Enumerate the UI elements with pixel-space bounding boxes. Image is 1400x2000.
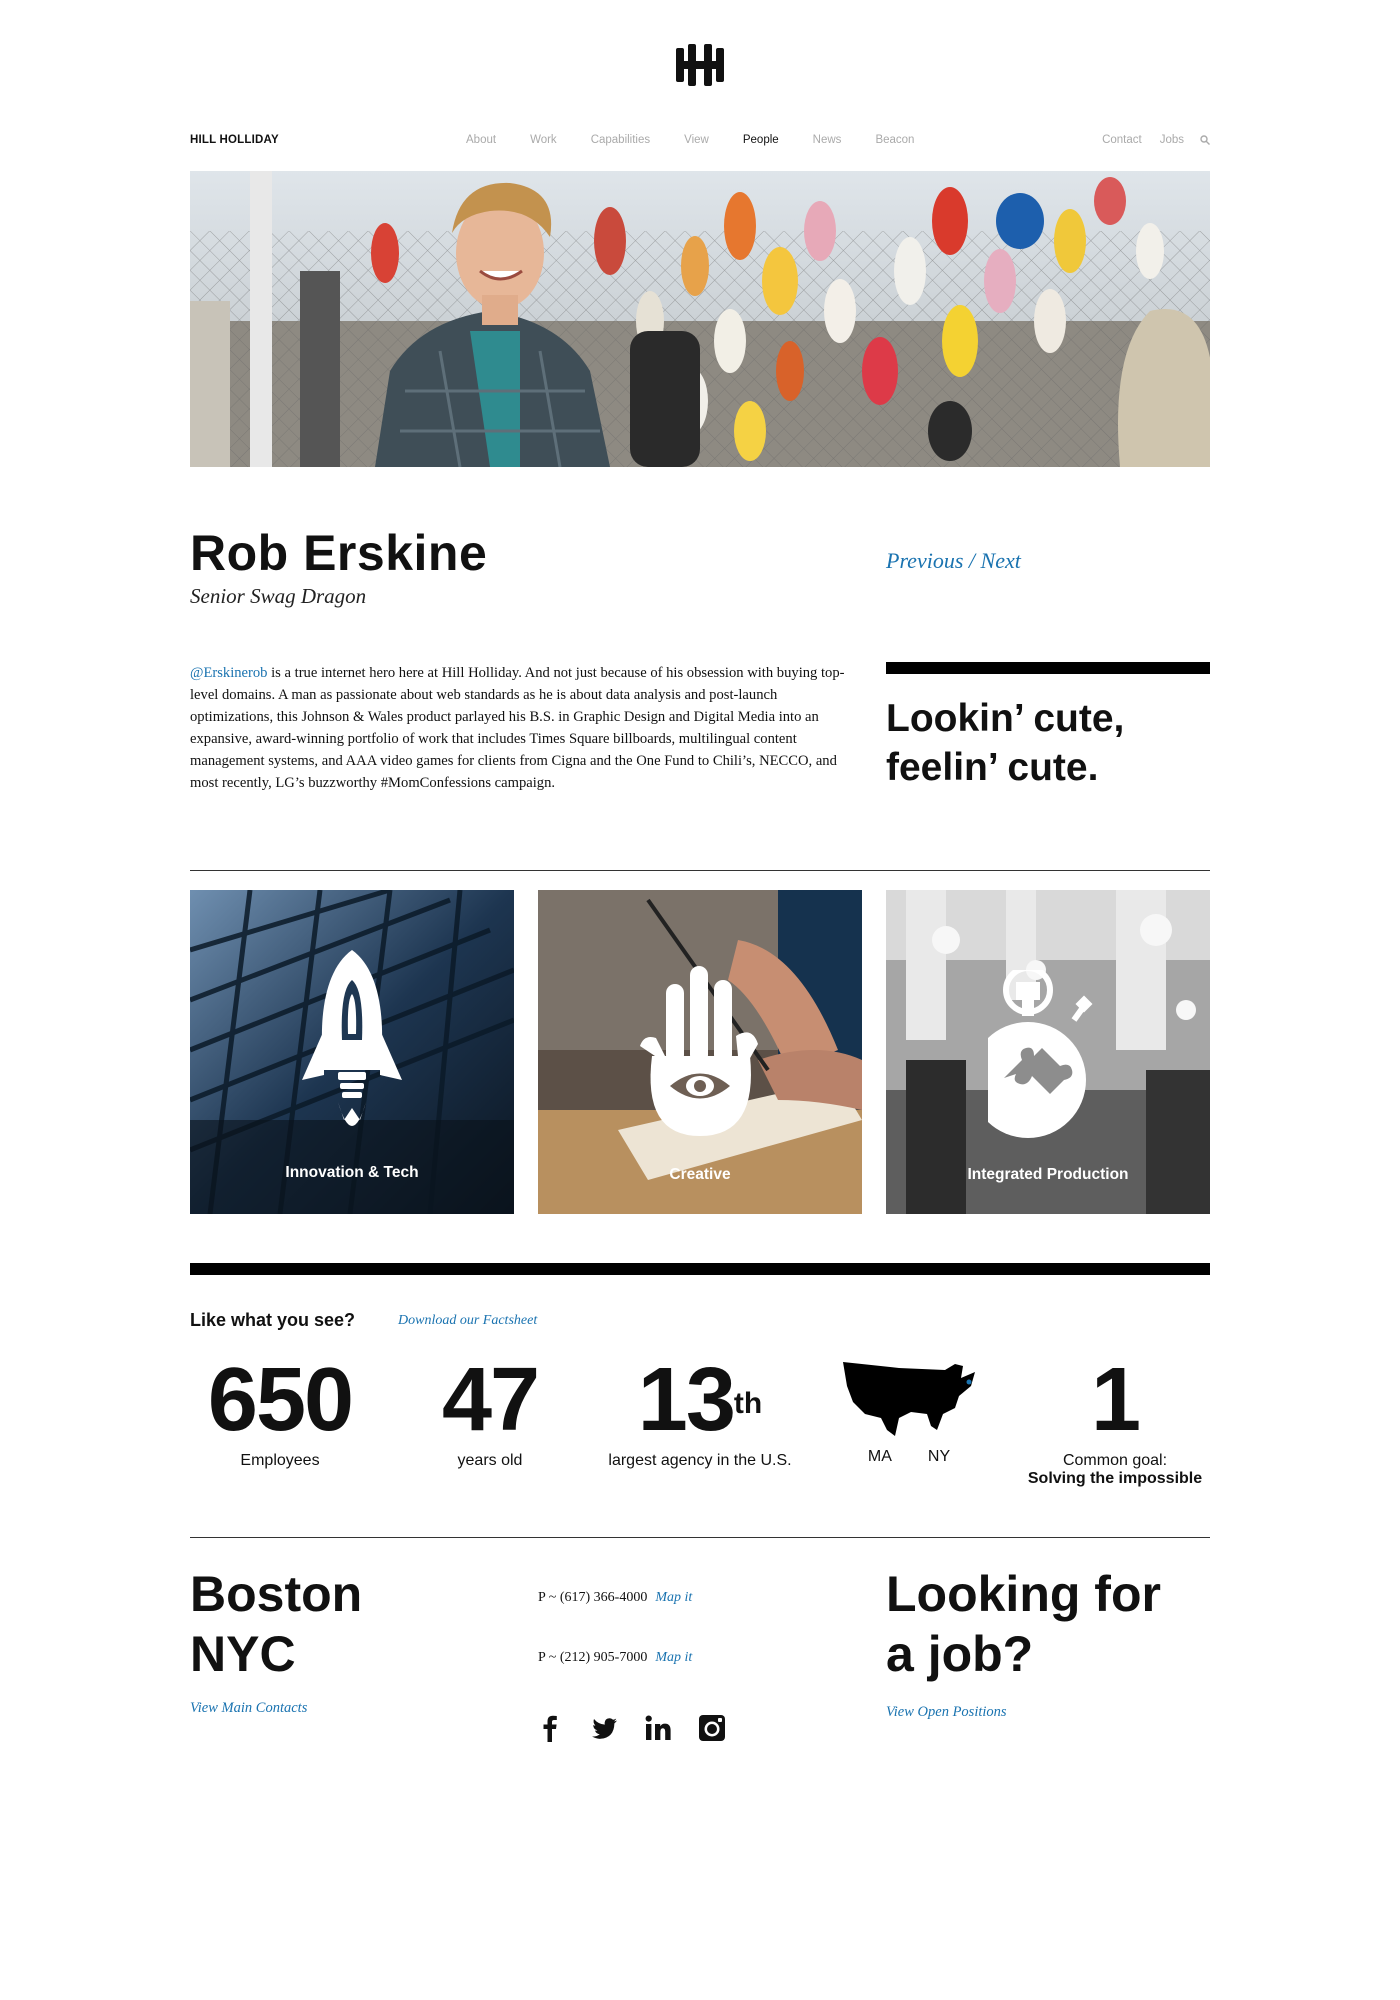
tile-label: Innovation & Tech bbox=[285, 1164, 419, 1181]
view-open-positions-link[interactable]: View Open Positions bbox=[886, 1704, 1007, 1721]
tile-innovation-tech[interactable]: Innovation & Tech bbox=[190, 890, 514, 1214]
person-bio: @Erskinerob is a true internet hero here… bbox=[190, 662, 860, 794]
stats-divider bbox=[190, 1263, 1210, 1275]
next-link[interactable]: Next bbox=[981, 548, 1021, 573]
prev-next-separator: / bbox=[963, 548, 981, 573]
brand-name[interactable]: HILL HOLLIDAY bbox=[190, 134, 279, 146]
previous-link[interactable]: Previous bbox=[886, 548, 963, 573]
section-divider bbox=[190, 870, 1210, 871]
nav-news[interactable]: News bbox=[813, 134, 842, 146]
stat-caption: years old bbox=[457, 1452, 523, 1469]
tile-label: Integrated Production bbox=[967, 1166, 1129, 1183]
main-nav: About Work Capabilities View People News… bbox=[466, 134, 948, 146]
hero-photo bbox=[190, 171, 1210, 467]
facebook-icon[interactable] bbox=[534, 1712, 566, 1744]
tile-integrated-production[interactable]: Integrated Production bbox=[886, 890, 1210, 1214]
social-links bbox=[534, 1712, 728, 1744]
stat-caption: Employees bbox=[240, 1452, 320, 1469]
stat-caption: largest agency in the U.S. bbox=[608, 1452, 792, 1469]
nav-beacon[interactable]: Beacon bbox=[875, 134, 914, 146]
stat-number: 13 bbox=[637, 1350, 736, 1450]
stat-offices: MA NY bbox=[836, 1350, 982, 1466]
map-it-link[interactable]: Map it bbox=[655, 1650, 692, 1665]
office-ny: NY bbox=[927, 1448, 951, 1465]
stat-caption: Common goal: bbox=[1062, 1452, 1168, 1469]
stat-suffix: th bbox=[733, 1387, 763, 1420]
person-name: Rob Erskine bbox=[190, 525, 488, 581]
stat-number: 650 bbox=[207, 1350, 354, 1450]
person-quote: Lookin’ cute, feelin’ cute. bbox=[886, 694, 1210, 792]
quote-divider bbox=[886, 662, 1210, 674]
stat-employees: 650 Employees bbox=[190, 1350, 370, 1470]
twitter-icon[interactable] bbox=[588, 1712, 620, 1744]
office-ma: MA bbox=[867, 1448, 891, 1465]
view-main-contacts-link[interactable]: View Main Contacts bbox=[190, 1700, 307, 1717]
nav-about[interactable]: About bbox=[466, 134, 496, 146]
nav-capabilities[interactable]: Capabilities bbox=[591, 134, 650, 146]
secondary-nav: Contact Jobs bbox=[1084, 134, 1210, 146]
prev-next-nav: Previous / Next bbox=[886, 548, 1021, 574]
puzzle-icon bbox=[988, 970, 1093, 1138]
download-factsheet-link[interactable]: Download our Factsheet bbox=[398, 1313, 537, 1329]
footer-divider bbox=[190, 1537, 1210, 1538]
quote-line-2: feelin’ cute. bbox=[886, 746, 1099, 789]
nav-contact[interactable]: Contact bbox=[1102, 134, 1142, 146]
rocket-icon bbox=[302, 950, 402, 1126]
phone-boston: P ~ (617) 366-4000 Map it bbox=[538, 1590, 692, 1606]
nav-jobs[interactable]: Jobs bbox=[1160, 134, 1184, 146]
nav-view[interactable]: View bbox=[684, 134, 709, 146]
stat-number: 47 bbox=[441, 1350, 540, 1450]
map-it-link[interactable]: Map it bbox=[655, 1590, 692, 1605]
jobs-heading-line-2: a job? bbox=[886, 1626, 1034, 1682]
twitter-handle-link[interactable]: @Erskinerob bbox=[190, 665, 267, 681]
stat-rank: 13th largest agency in the U.S. bbox=[590, 1350, 810, 1470]
city-boston: Boston bbox=[190, 1566, 363, 1622]
instagram-icon[interactable] bbox=[696, 1712, 728, 1744]
person-title: Senior Swag Dragon bbox=[190, 584, 367, 608]
hill-holliday-logo[interactable] bbox=[674, 44, 726, 86]
linkedin-icon[interactable] bbox=[642, 1712, 674, 1744]
jobs-heading-line-1: Looking for bbox=[886, 1566, 1161, 1622]
quote-line-1: Lookin’ cute, bbox=[886, 697, 1125, 740]
phone-number: P ~ (212) 905-7000 bbox=[538, 1650, 648, 1665]
phone-number: P ~ (617) 366-4000 bbox=[538, 1590, 648, 1605]
nav-people[interactable]: People bbox=[743, 134, 779, 146]
us-map-icon bbox=[843, 1362, 975, 1436]
stat-number: 1 bbox=[1090, 1350, 1141, 1450]
capability-tiles: Innovation & Tech Creative Integrated Pr… bbox=[190, 890, 1210, 1214]
stats-heading: Like what you see? bbox=[190, 1310, 356, 1330]
stat-caption-bold: Solving the impossible bbox=[1027, 1470, 1203, 1487]
tile-label: Creative bbox=[669, 1166, 731, 1183]
search-icon[interactable] bbox=[1200, 135, 1210, 145]
jobs-heading: Looking for a job? bbox=[886, 1564, 1161, 1684]
city-nyc: NYC bbox=[190, 1626, 296, 1682]
bio-text: is a true internet hero here at Hill Hol… bbox=[190, 665, 845, 791]
nav-work[interactable]: Work bbox=[530, 134, 557, 146]
phone-nyc: P ~ (212) 905-7000 Map it bbox=[538, 1650, 692, 1666]
top-nav: HILL HOLLIDAY About Work Capabilities Vi… bbox=[190, 132, 1210, 152]
stat-goal: 1 Common goal: Solving the impossible bbox=[1020, 1350, 1210, 1488]
tile-creative[interactable]: Creative bbox=[538, 890, 862, 1214]
stat-years: 47 years old bbox=[400, 1350, 580, 1470]
office-cities: Boston NYC bbox=[190, 1564, 362, 1684]
hand-eye-icon bbox=[640, 966, 758, 1136]
